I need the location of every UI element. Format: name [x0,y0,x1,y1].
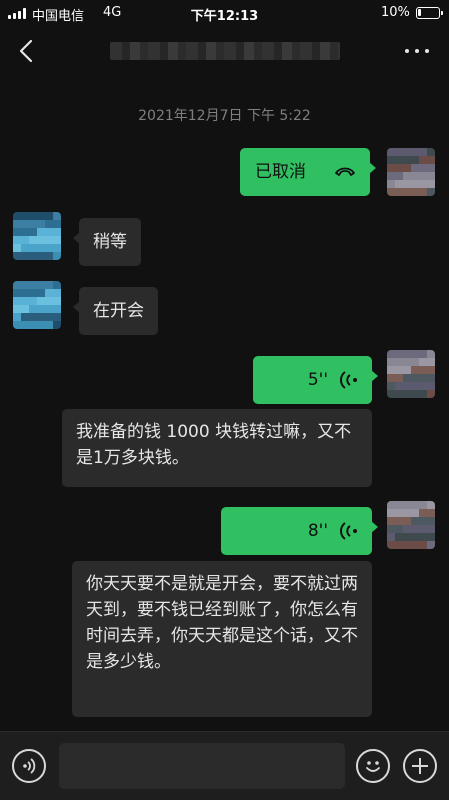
battery-icon [416,7,443,19]
my-avatar[interactable] [387,350,435,398]
message-input[interactable] [59,743,345,789]
message-text: 在开会 [93,301,144,321]
voice-duration: 8'' [307,521,328,541]
battery-percent: 10% [381,5,410,20]
more-button[interactable] [402,40,432,62]
received-message[interactable]: 稍等 [73,218,141,266]
voice-wave-icon [340,522,357,540]
voice-message[interactable]: 5'' [253,356,378,404]
contact-name-blurred [110,42,340,60]
transcript-text: 你天天要不是就是开会，要不就过两天到，要不钱已经到账了，你怎么有时间去弄，你天天… [86,574,358,672]
my-avatar[interactable] [387,148,435,196]
transcript-text: 我准备的钱 1000 块钱转过嘛，又不是1万多块钱。 [76,422,352,468]
contact-avatar[interactable] [13,212,61,260]
plus-icon [412,758,428,774]
voice-input-button[interactable] [12,749,46,783]
chevron-left-icon [19,39,33,63]
message-text: 稍等 [93,232,127,252]
back-button[interactable] [14,38,40,64]
call-status-text: 已取消 [255,162,306,182]
voice-duration: 5'' [307,370,328,390]
voice-message[interactable]: 8'' [221,507,378,555]
hang-up-phone-icon [335,167,355,176]
voice-wave-icon [340,371,357,389]
message-timestamp: 2021年12月7日 下午 5:22 [138,108,311,124]
emoji-icon [366,761,380,772]
more-options-button[interactable] [403,749,437,783]
voice-input-icon [23,758,36,774]
voice-transcript: 你天天要不是就是开会，要不就过两天到，要不钱已经到账了，你怎么有时间去弄，你天天… [72,561,372,717]
voice-transcript: 我准备的钱 1000 块钱转过嘛，又不是1万多块钱。 [62,409,372,487]
my-avatar[interactable] [387,501,435,549]
emoji-button[interactable] [356,749,390,783]
chat-nav-bar [0,26,449,76]
received-message[interactable]: 在开会 [73,287,158,335]
chat-input-bar [0,731,449,800]
contact-avatar[interactable] [13,281,61,329]
status-bar: 中国电信 4G 下午12:13 10% [0,0,449,26]
call-cancelled-message[interactable]: 已取消 [240,148,376,196]
